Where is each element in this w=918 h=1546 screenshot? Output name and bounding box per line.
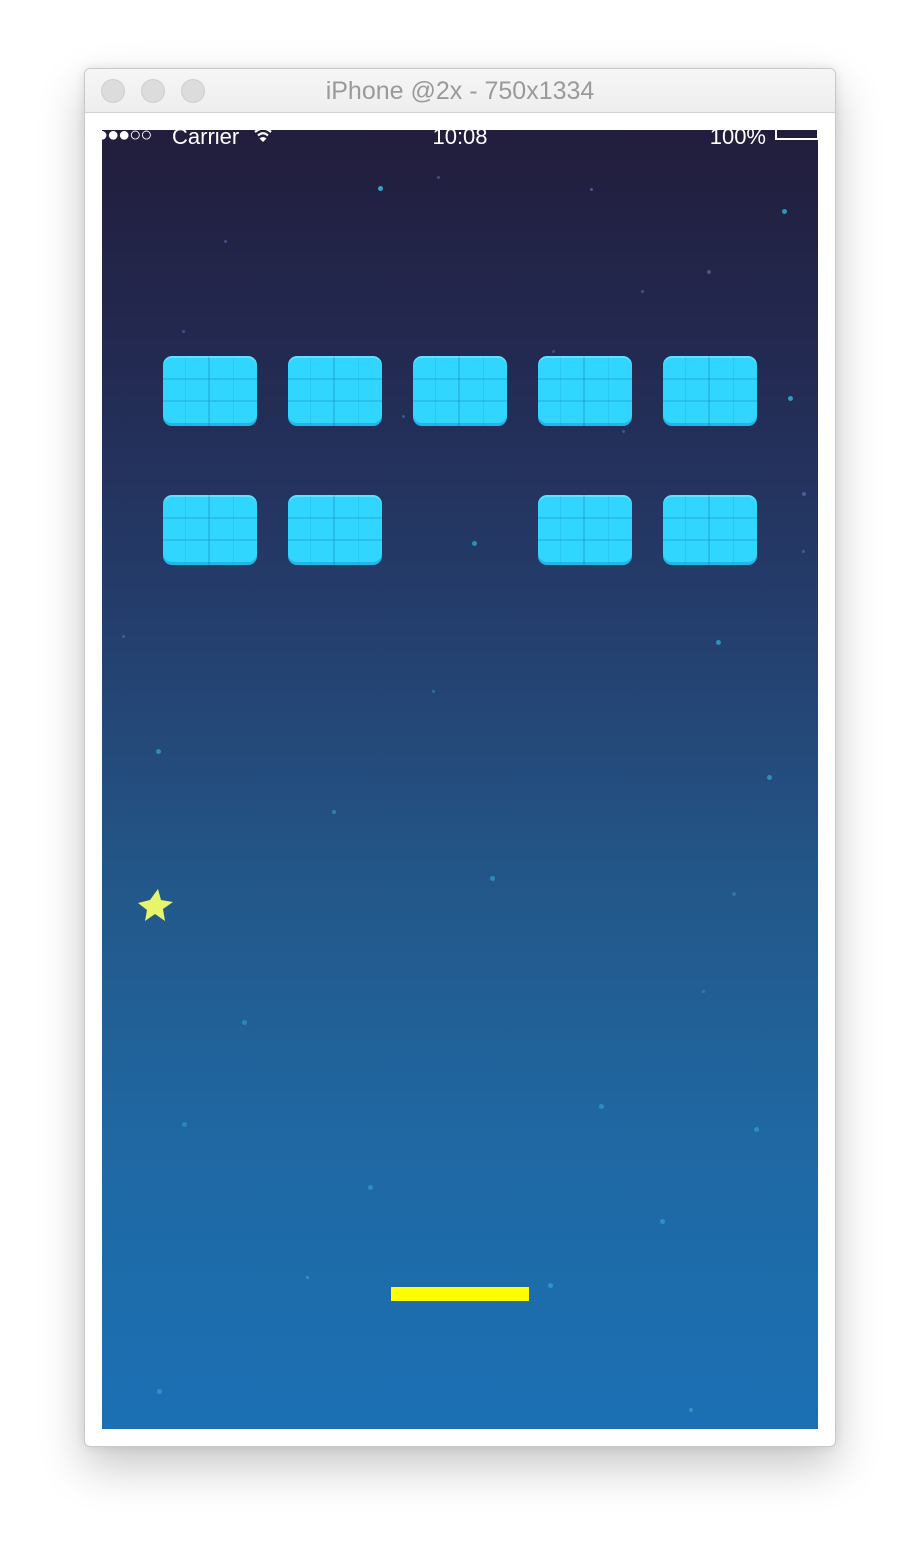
background-star — [122, 635, 125, 638]
status-bar: ●●●○○ Carrier 10:08 100% — [102, 130, 818, 150]
background-star — [802, 550, 805, 553]
brick — [663, 356, 757, 426]
brick — [538, 356, 632, 426]
background-star — [548, 1283, 553, 1288]
battery-percentage: 100% — [709, 130, 766, 149]
background-star — [782, 209, 787, 214]
background-star — [802, 492, 806, 496]
simulator-window: iPhone @2x - 750x1334 ●●●○○ Carrier 10:0… — [84, 68, 836, 1447]
background-star — [224, 240, 227, 243]
background-star — [402, 415, 405, 418]
brick — [288, 495, 382, 565]
battery-icon — [775, 130, 818, 140]
background-star — [660, 1219, 665, 1224]
background-star — [182, 1122, 187, 1127]
background-star — [242, 1020, 247, 1025]
game-screen[interactable]: ●●●○○ Carrier 10:08 100% — [102, 130, 818, 1429]
background-star — [702, 990, 705, 993]
brick — [163, 495, 257, 565]
background-star — [368, 1185, 373, 1190]
background-star — [472, 541, 477, 546]
brick — [163, 356, 257, 426]
brick — [538, 495, 632, 565]
background-star — [716, 640, 721, 645]
background-star — [332, 810, 336, 814]
background-star — [767, 775, 772, 780]
brick — [663, 495, 757, 565]
background-star — [689, 1408, 693, 1412]
background-star — [641, 290, 644, 293]
star-icon — [138, 889, 173, 921]
paddle[interactable] — [391, 1287, 529, 1301]
brick — [288, 356, 382, 426]
background-star — [182, 330, 185, 333]
background-star — [707, 270, 711, 274]
background-star — [306, 1276, 309, 1279]
background-star — [732, 892, 736, 896]
background-star — [754, 1127, 759, 1132]
background-star — [590, 188, 593, 191]
background-star — [622, 430, 625, 433]
background-star — [599, 1104, 604, 1109]
background-star — [788, 396, 793, 401]
background-star — [378, 186, 383, 191]
background-star — [156, 749, 161, 754]
background-star — [157, 1389, 162, 1394]
window-title: iPhone @2x - 750x1334 — [325, 77, 595, 105]
background-star — [552, 350, 555, 353]
background-star — [437, 176, 440, 179]
title-bar[interactable]: iPhone @2x - 750x1334 — [85, 69, 835, 113]
brick — [413, 356, 507, 426]
background-star — [490, 876, 495, 881]
background-star — [432, 690, 435, 693]
